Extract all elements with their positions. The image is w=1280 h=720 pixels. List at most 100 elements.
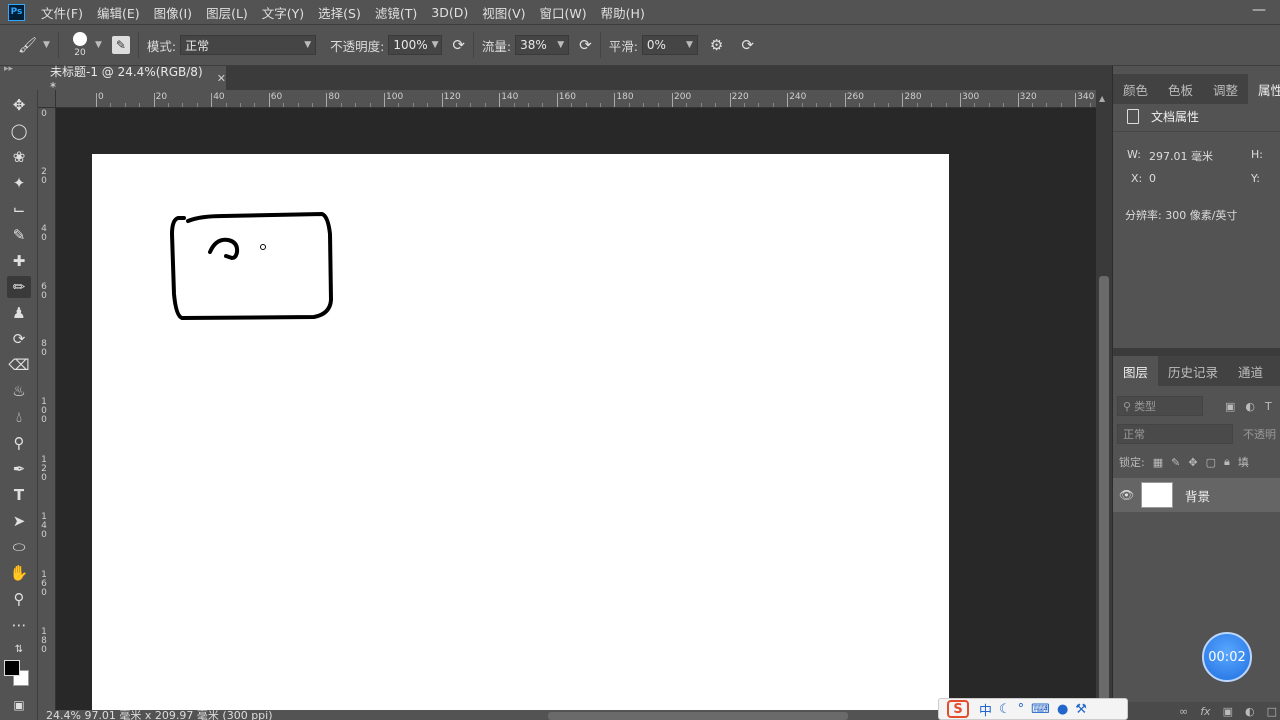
scroll-up-icon[interactable]: ▲ — [1099, 94, 1105, 103]
zoom-tool-icon[interactable]: ⚲ — [7, 588, 31, 610]
menu-select[interactable]: 选择(S) — [318, 3, 361, 22]
magic-wand-tool-icon[interactable]: ✦ — [7, 172, 31, 194]
eraser-tool-icon[interactable]: ⌫ — [7, 354, 31, 376]
blend-mode-select[interactable]: 正常 — [1117, 424, 1233, 444]
ellipse-tool-icon[interactable]: ⬭ — [7, 536, 31, 558]
document-info[interactable]: 24.4% 97.01 毫米 x 209.97 毫米 (300 ppi) — [46, 710, 273, 720]
canvas-workspace[interactable] — [56, 108, 1096, 710]
flow-value: 38% — [520, 38, 547, 52]
document-tab[interactable]: 未标题-1 @ 24.4%(RGB/8) * ✕ — [38, 65, 226, 94]
minimize-icon[interactable]: — — [1252, 2, 1266, 18]
sogou-logo[interactable]: S — [947, 700, 969, 718]
marquee-tool-icon[interactable]: ◯ — [7, 120, 31, 142]
tab-history[interactable]: 历史记录 — [1158, 356, 1228, 386]
tab-swatches[interactable]: 色板 — [1158, 74, 1203, 104]
brush-tool-icon[interactable]: 🖌︎ — [18, 36, 37, 54]
x-value[interactable]: 0 — [1149, 172, 1156, 185]
gear-icon[interactable]: ⚙ — [710, 36, 723, 54]
hand-tool-icon[interactable]: ✋ — [7, 562, 31, 584]
vertical-ruler[interactable]: 0 20 40 60 80 100 120 140 160 180 — [38, 108, 56, 710]
lock-artboard-icon[interactable]: ▢ — [1206, 456, 1216, 469]
ruler-minor-tick — [124, 103, 126, 107]
ruler-minor-tick — [873, 103, 875, 107]
menu-filter[interactable]: 滤镜(T) — [375, 3, 417, 22]
mode-select[interactable]: 正常 ▼ — [180, 35, 317, 55]
collapse-toolbar-icon[interactable]: ▸▸ — [4, 64, 13, 74]
pressure-opacity-icon[interactable]: ⟳ — [452, 36, 465, 54]
menu-type[interactable]: 文字(Y) — [262, 3, 304, 22]
vertical-scrollbar[interactable]: ▲ — [1096, 90, 1112, 710]
ruler-minor-tick — [916, 103, 918, 107]
foreground-color-swatch[interactable] — [4, 660, 20, 676]
close-icon[interactable]: ✕ — [217, 72, 226, 85]
add-mask-icon[interactable]: ▣ — [1223, 705, 1233, 718]
lock-pixels-icon[interactable]: ✎ — [1171, 456, 1180, 469]
move-tool-icon[interactable]: ✥ — [7, 94, 31, 116]
moon-icon[interactable]: ☾ — [999, 702, 1011, 717]
flow-field[interactable]: 38% ▼ — [515, 35, 570, 55]
tool-preset-chevron-icon[interactable]: ▼ — [43, 40, 50, 50]
recording-timer[interactable]: 00:02 — [1202, 632, 1252, 682]
menu-window[interactable]: 窗口(W) — [540, 3, 587, 22]
new-group-icon[interactable]: □ — [1267, 705, 1277, 718]
eye-icon[interactable]: 👁︎ — [1119, 488, 1141, 502]
keyboard-icon[interactable]: ⌨ — [1031, 702, 1050, 717]
blur-tool-icon[interactable]: 💧︎ — [7, 406, 31, 428]
menu-3d[interactable]: 3D(D) — [431, 5, 468, 20]
layer-style-icon[interactable]: fx — [1200, 705, 1210, 718]
lock-all-icon[interactable]: 🔒︎ — [1224, 455, 1230, 469]
horizontal-scrollbar-thumb[interactable] — [548, 712, 848, 720]
user-icon[interactable]: ● — [1057, 702, 1068, 717]
layer-row-background[interactable]: 👁︎ 背景 — [1113, 478, 1280, 512]
pressure-size-icon[interactable]: ⟳ — [741, 36, 754, 54]
tab-channels[interactable]: 通道 — [1228, 356, 1273, 386]
type-tool-icon[interactable]: T — [7, 484, 31, 506]
brush-preset-picker[interactable]: 20 — [67, 28, 93, 62]
document-canvas[interactable] — [92, 154, 949, 710]
menu-layer[interactable]: 图层(L) — [206, 3, 248, 22]
adjustment-layer-icon[interactable]: ◐ — [1245, 705, 1255, 718]
smoothing-field[interactable]: 0% ▼ — [641, 35, 698, 55]
brush-tool-icon[interactable]: ✏ — [7, 276, 31, 298]
paint-bucket-tool-icon[interactable]: ♨ — [7, 380, 31, 402]
lasso-tool-icon[interactable]: ❀ — [7, 146, 31, 168]
healing-brush-tool-icon[interactable]: ✚ — [7, 250, 31, 272]
clone-stamp-tool-icon[interactable]: ♟ — [7, 302, 31, 324]
menu-help[interactable]: 帮助(H) — [601, 3, 645, 22]
lock-position-icon[interactable]: ✥ — [1188, 456, 1197, 469]
dodge-tool-icon[interactable]: ⚲ — [7, 432, 31, 454]
tab-adjustments[interactable]: 调整 — [1203, 74, 1248, 104]
image-filter-icon[interactable]: ▣ — [1225, 400, 1235, 413]
link-layers-icon[interactable]: ∞ — [1179, 705, 1188, 718]
menu-view[interactable]: 视图(V) — [482, 3, 525, 22]
eyedropper-tool-icon[interactable]: ✎ — [7, 224, 31, 246]
menu-image[interactable]: 图像(I) — [154, 3, 192, 22]
ime-language-toggle[interactable]: 中 — [979, 700, 992, 719]
tools-icon[interactable]: ⚒ — [1075, 702, 1087, 717]
menu-edit[interactable]: 编辑(E) — [97, 3, 140, 22]
layer-kind-filter[interactable]: ⚲ 类型 — [1117, 396, 1203, 416]
pen-tool-icon[interactable]: ✒ — [7, 458, 31, 480]
width-value[interactable]: 297.01 毫米 — [1149, 148, 1213, 164]
tab-properties[interactable]: 属性 — [1248, 74, 1280, 104]
menu-file[interactable]: 文件(F) — [41, 3, 83, 22]
path-selection-tool-icon[interactable]: ➤ — [7, 510, 31, 532]
horizontal-ruler[interactable]: 0 20 40 60 80 100 120 140 160 180 200 220 240 260 280 3… — [56, 90, 1120, 108]
punctuation-icon[interactable]: ° — [1018, 702, 1025, 717]
ruler-origin[interactable] — [38, 90, 56, 108]
more-tools-icon[interactable]: ⋯ — [7, 614, 31, 636]
swap-colors-icon[interactable]: ⇅ — [7, 638, 31, 660]
brush-settings-icon[interactable]: ✎ — [111, 36, 130, 54]
quick-mask-icon[interactable]: ▣ — [7, 694, 31, 716]
brush-picker-chevron-icon[interactable]: ▼ — [95, 40, 102, 50]
adjustment-filter-icon[interactable]: ◐ — [1245, 400, 1255, 413]
lock-transparency-icon[interactable]: ▦ — [1153, 456, 1163, 469]
crop-tool-icon[interactable]: ⌙ — [7, 198, 31, 220]
scrollbar-thumb[interactable] — [1099, 276, 1109, 706]
tab-layers[interactable]: 图层 — [1113, 356, 1159, 386]
opacity-field[interactable]: 100% ▼ — [388, 35, 443, 55]
tab-color[interactable]: 颜色 — [1113, 74, 1158, 104]
type-filter-icon[interactable]: T — [1265, 400, 1272, 413]
history-brush-tool-icon[interactable]: ⟳ — [7, 328, 31, 350]
airbrush-icon[interactable]: ⟳ — [579, 36, 592, 54]
